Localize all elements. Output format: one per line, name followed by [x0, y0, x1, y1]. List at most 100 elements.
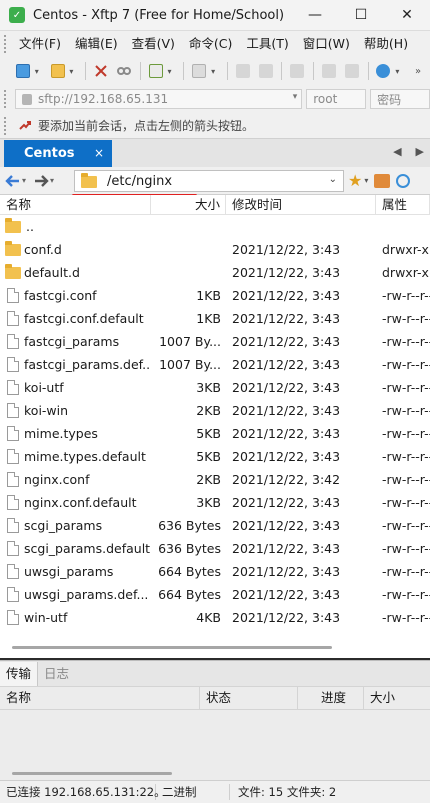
parent-directory-row[interactable]: .. — [0, 215, 430, 238]
new-session-icon[interactable] — [12, 60, 34, 82]
reconnect-icon[interactable] — [113, 60, 135, 82]
file-attributes: -rw-r--r-- — [382, 495, 430, 510]
table-row[interactable]: win-utf 4KB 2021/12/22, 3:43 -rw-r--r-- — [0, 606, 430, 629]
menu-tools[interactable]: 工具(T) — [239, 31, 295, 57]
table-row[interactable]: uwsgi_params.def... 664 Bytes 2021/12/22, … — [0, 583, 430, 606]
menu-file[interactable]: 文件(F) — [12, 31, 68, 57]
table-row[interactable]: scgi_params.default 636 Bytes 2021/12/22, … — [0, 537, 430, 560]
table-row[interactable]: koi-utf 3KB 2021/12/22, 3:43 -rw-r--r-- — [0, 376, 430, 399]
open-folder-icon[interactable] — [47, 60, 69, 82]
folder-icon — [81, 173, 97, 188]
file-attributes: -rw-r--r-- — [382, 587, 430, 602]
table-row[interactable]: nginx.conf 2KB 2021/12/22, 3:42 -rw-r--r-- — [0, 468, 430, 491]
menu-help[interactable]: 帮助(H) — [357, 31, 415, 57]
disconnect-icon[interactable] — [90, 60, 112, 82]
table-row[interactable]: fastcgi.conf.default 1KB 2021/12/22, 3:43 -… — [0, 307, 430, 330]
menu-edit[interactable]: 编辑(E) — [68, 31, 125, 57]
back-dropdown-icon[interactable]: ▾ — [22, 176, 32, 185]
file-name: fastcgi.conf — [24, 288, 97, 303]
file-size: 1KB — [196, 288, 221, 303]
table-row[interactable]: nginx.conf.default 3KB 2021/12/22, 3:43 -rw… — [0, 491, 430, 514]
file-attributes: -rw-r--r-- — [382, 334, 430, 349]
favorites-dropdown-icon[interactable]: ▾ — [364, 176, 368, 185]
tab-log[interactable]: 日志 — [38, 662, 75, 686]
table-row[interactable]: fastcgi.conf 1KB 2021/12/22, 3:43 -rw-r--r-… — [0, 284, 430, 307]
table-row[interactable]: uwsgi_params 664 Bytes 2021/12/22, 3:43 -rw… — [0, 560, 430, 583]
file-icon — [7, 403, 19, 418]
file-size: 5KB — [196, 426, 221, 441]
password-input[interactable]: 密码 — [370, 89, 430, 109]
paste-icon[interactable] — [255, 60, 277, 82]
compare-icon[interactable] — [318, 60, 340, 82]
refresh-icon[interactable] — [396, 173, 411, 188]
column-header-modified[interactable]: 修改时间 — [226, 195, 376, 214]
new-folder-icon[interactable] — [145, 60, 167, 82]
file-size: 664 Bytes — [158, 587, 221, 602]
column-header-attributes[interactable]: 属性 — [376, 195, 430, 214]
transfer-column-name[interactable]: 名称 — [0, 686, 200, 710]
host-input[interactable]: sftp://192.168.65.131 ▾ — [14, 89, 303, 109]
favorites-star-icon[interactable]: ★ — [348, 171, 362, 190]
close-button[interactable]: ✕ — [384, 0, 430, 31]
back-arrow-icon[interactable] — [4, 171, 22, 191]
globe-icon[interactable] — [373, 60, 395, 82]
file-icon — [7, 541, 19, 556]
toolbar-separator — [183, 62, 185, 80]
new-folder-dropdown-icon[interactable]: ▾ — [167, 67, 175, 76]
sync-icon[interactable] — [286, 60, 308, 82]
tab-close-icon[interactable]: × — [94, 146, 104, 160]
table-row[interactable]: koi-win 2KB 2021/12/22, 3:43 -rw-r--r-- — [0, 399, 430, 422]
tab-transfers[interactable]: 传输 — [0, 661, 39, 686]
table-row[interactable]: mime.types 5KB 2021/12/22, 3:43 -rw-r--r-- — [0, 422, 430, 445]
file-attributes: -rw-r--r-- — [382, 311, 430, 326]
file-icon — [7, 495, 19, 510]
file-list-horizontal-scrollbar[interactable] — [0, 637, 430, 658]
file-name: koi-utf — [24, 380, 64, 395]
table-row[interactable]: mime.types.default 5KB 2021/12/22, 3:43 -rw… — [0, 445, 430, 468]
forward-dropdown-icon[interactable]: ▾ — [50, 176, 60, 185]
toolbar-grip[interactable] — [4, 35, 12, 53]
path-input[interactable]: /etc/nginx ⌄ — [74, 170, 344, 192]
toolbar-grip[interactable] — [4, 90, 12, 108]
minimize-button[interactable]: — — [292, 0, 338, 31]
toolbar-grip[interactable] — [4, 116, 12, 135]
table-row[interactable]: scgi_params 636 Bytes 2021/12/22, 3:43 -rw-… — [0, 514, 430, 537]
tab-centos[interactable]: Centos × — [4, 140, 112, 167]
column-header-name[interactable]: 名称 — [0, 195, 151, 214]
table-row[interactable]: fastcgi_params 1007 By... 2021/12/22, 3:43… — [0, 330, 430, 353]
username-input[interactable]: root — [306, 89, 367, 109]
path-dropdown-icon[interactable]: ⌄ — [329, 174, 337, 185]
transfer-column-size[interactable]: 大小 — [364, 686, 430, 710]
host-dropdown-icon[interactable]: ▾ — [293, 92, 298, 102]
menu-command[interactable]: 命令(C) — [182, 31, 239, 57]
file-modified: 2021/12/22, 3:43 — [232, 380, 341, 395]
transfer-column-progress[interactable]: 进度 — [298, 686, 364, 710]
open-dropdown-icon[interactable]: ▾ — [69, 67, 77, 76]
properties-icon[interactable] — [341, 60, 363, 82]
table-row[interactable]: fastcgi_params.def... 1007 By... 2021/12/2… — [0, 353, 430, 376]
home-folder-icon[interactable] — [374, 173, 391, 188]
terminal-icon[interactable] — [188, 60, 210, 82]
copy-icon[interactable] — [232, 60, 254, 82]
menu-window[interactable]: 窗口(W) — [296, 31, 357, 57]
maximize-button[interactable]: ☐ — [338, 0, 384, 31]
transfer-column-status[interactable]: 状态 — [200, 686, 298, 710]
globe-dropdown-icon[interactable]: ▾ — [395, 67, 403, 76]
transfer-scrollbar-thumb[interactable] — [12, 772, 172, 775]
toolbar-more-icon[interactable]: » — [407, 60, 429, 82]
file-name: koi-win — [24, 403, 69, 418]
file-name: conf.d — [24, 242, 62, 257]
column-header-size[interactable]: 大小 — [151, 195, 226, 214]
tab-prev-icon[interactable]: ◀ — [393, 145, 401, 158]
new-session-dropdown-icon[interactable]: ▾ — [35, 67, 43, 76]
table-row[interactable]: conf.d 2021/12/22, 3:43 drwxr-xr-x — [0, 238, 430, 261]
forward-arrow-icon[interactable] — [32, 171, 50, 191]
scrollbar-thumb[interactable] — [12, 646, 332, 649]
add-session-icon[interactable] — [18, 119, 32, 133]
folder-icon — [5, 263, 21, 279]
tab-next-icon[interactable]: ▶ — [416, 145, 424, 158]
terminal-dropdown-icon[interactable]: ▾ — [211, 67, 219, 76]
table-row[interactable]: default.d 2021/12/22, 3:43 drwxr-xr-x — [0, 261, 430, 284]
file-attributes: -rw-r--r-- — [382, 380, 430, 395]
menu-view[interactable]: 查看(V) — [125, 31, 182, 57]
